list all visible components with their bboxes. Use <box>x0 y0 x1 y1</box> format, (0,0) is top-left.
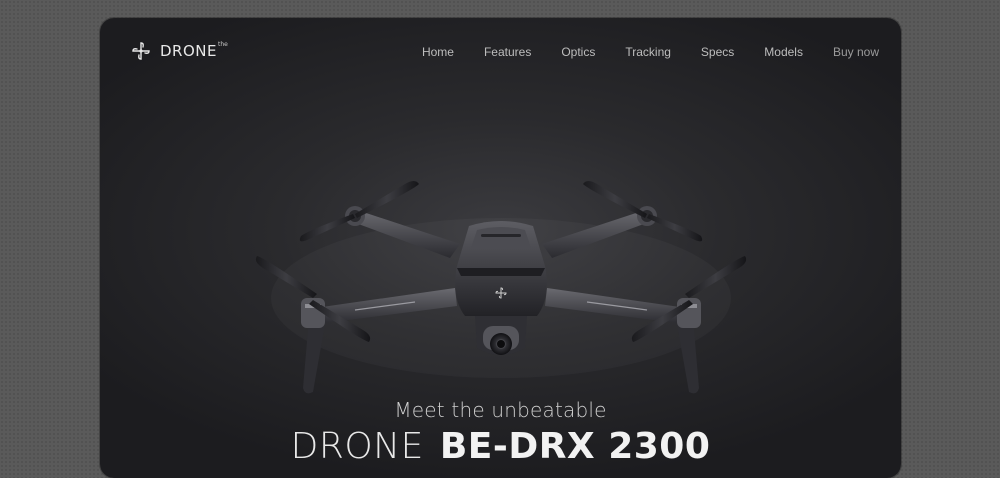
hero-title-light: DRONE <box>290 426 424 467</box>
drone-product-image <box>255 181 747 394</box>
hero-card: DRONE the Home Features Optics Tracking … <box>100 18 901 478</box>
propeller-logo-icon <box>132 42 150 60</box>
nav-models[interactable]: Models <box>764 43 803 61</box>
brand-logo[interactable]: DRONE the <box>130 40 228 62</box>
hero-tagline: Meet the unbeatable <box>394 398 607 422</box>
nav-home[interactable]: Home <box>422 43 454 61</box>
nav-optics[interactable]: Optics <box>561 43 595 61</box>
hero-title-model: BE-DRX 2300 <box>439 426 711 467</box>
nav-specs[interactable]: Specs <box>701 43 734 61</box>
brand-name: DRONE <box>160 42 217 60</box>
nav-tracking[interactable]: Tracking <box>625 43 671 61</box>
brand-superscript: the <box>217 41 228 48</box>
hero-title: DRONE BE-DRX 2300 <box>100 426 901 467</box>
nav-buy-now[interactable]: Buy now <box>833 43 879 61</box>
nav-features[interactable]: Features <box>484 43 531 61</box>
main-nav: Home Features Optics Tracking Specs Mode… <box>392 43 879 61</box>
